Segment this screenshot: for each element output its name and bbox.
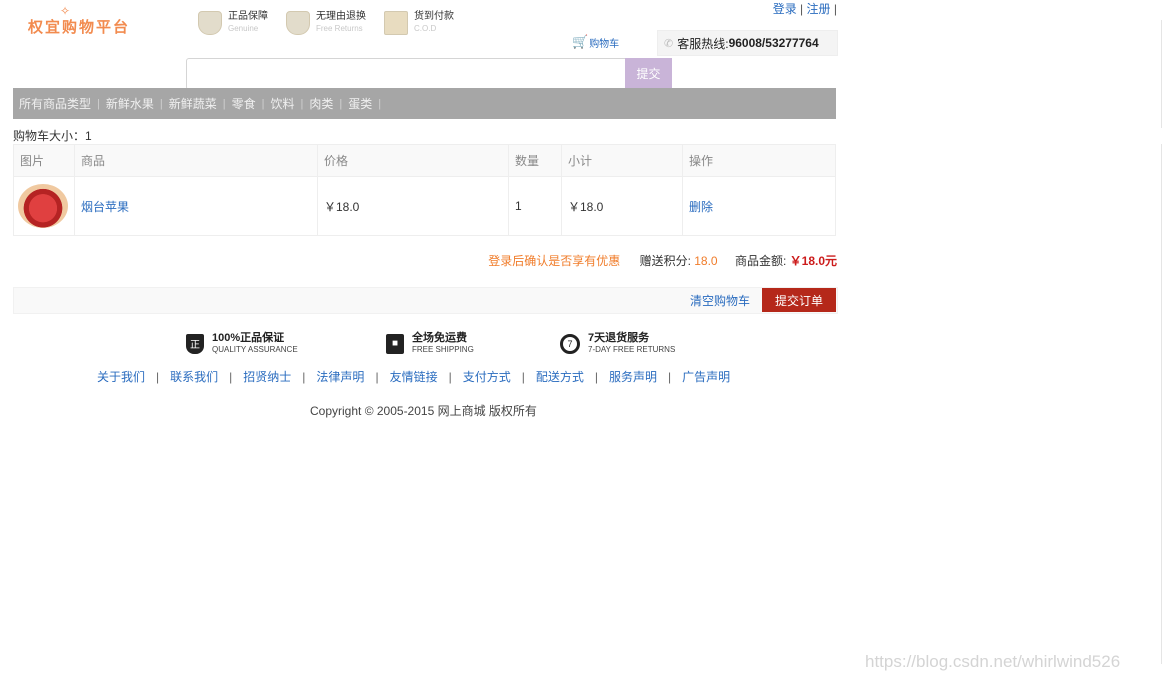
column-header-product: 商品 [74, 144, 318, 177]
delete-link[interactable]: 删除 [689, 200, 713, 214]
product-image[interactable] [18, 184, 68, 228]
promise-genuine: 正 100%正品保证 QUALITY ASSURANCE [186, 332, 298, 355]
login-discount-note: 登录后确认是否享有优惠 [488, 254, 621, 268]
subtotal-cell: ￥18.0 [561, 176, 683, 236]
watermark: https://blog.csdn.net/whirlwind526 [865, 652, 1121, 671]
footer-separator: | [521, 369, 525, 384]
window-edge-divider [1161, 144, 1162, 664]
product-image-cell [13, 176, 75, 236]
footer-separator: | [302, 369, 306, 384]
logo-text: 权宜购物平台 [28, 19, 131, 36]
footer-separator: | [156, 369, 160, 384]
footer-link-contact[interactable]: 联系我们 [170, 368, 218, 385]
cart-link[interactable]: 🛒 购物车 [572, 34, 619, 50]
promise-subtitle: QUALITY ASSURANCE [212, 345, 298, 354]
promise-title: 全场免运费 [412, 332, 467, 344]
search-input[interactable] [186, 58, 630, 90]
badge-subtitle: C.O.D [414, 24, 437, 33]
promise-returns: 7 7天退货服务 7-DAY FREE RETURNS [560, 332, 675, 355]
badge-title: 货到付款 [414, 11, 454, 22]
promise-subtitle: 7-DAY FREE RETURNS [588, 345, 676, 354]
nav-item-drinks[interactable]: 饮料 [265, 95, 301, 112]
returns-shield-icon [286, 11, 310, 35]
points-label: 赠送积分: [639, 254, 691, 268]
badge-title: 正品保障 [228, 11, 268, 22]
category-nav: 所有商品类型 | 新鲜水果 | 新鲜蔬菜 | 零食 | 饮料 | 肉类 | 蛋类… [13, 88, 836, 119]
account-links: 登录 | 注册 | [773, 0, 837, 17]
footer-link-payment[interactable]: 支付方式 [463, 368, 511, 385]
column-header-quantity: 数量 [508, 144, 562, 177]
badge-free-returns: 无理由退换 Free Returns [286, 10, 366, 38]
genuine-shield-icon [198, 11, 222, 35]
points-value: 18.0 [694, 254, 718, 268]
hotline-number: 96008/53277764 [728, 36, 819, 50]
clock-icon: 7 [560, 333, 580, 354]
footer-link-delivery[interactable]: 配送方式 [536, 368, 584, 385]
badge-cod: 货到付款 C.O.D [384, 10, 454, 38]
column-header-subtotal: 小计 [561, 144, 683, 177]
search-submit-button[interactable]: 提交 [625, 58, 672, 88]
footer-separator: | [229, 369, 233, 384]
cod-icon [384, 11, 408, 35]
promise-subtitle: FREE SHIPPING [412, 345, 474, 354]
footer-links: 关于我们 | 联系我们 | 招贤纳士 | 法律声明 | 友情链接 | 支付方式 … [97, 368, 757, 385]
promise-free-shipping: ■ 全场免运费 FREE SHIPPING [386, 332, 474, 355]
price-cell: ￥18.0 [317, 176, 509, 236]
cart-table: 图片 商品 价格 数量 小计 操作 烟台苹果 ￥18.0 1 ￥18.0 删除 [13, 144, 836, 236]
nav-item-snacks[interactable]: 零食 [226, 95, 262, 112]
badge-subtitle: Genuine [228, 24, 259, 33]
hotline-label: 客服热线: [677, 36, 729, 51]
cart-link-label: 购物车 [589, 38, 620, 50]
footer-separator: | [375, 369, 379, 384]
link-separator: | [833, 2, 837, 16]
column-header-price: 价格 [317, 144, 509, 177]
footer-link-friends[interactable]: 友情链接 [390, 368, 438, 385]
footer-link-ads[interactable]: 广告声明 [682, 368, 730, 385]
footer-separator: | [594, 369, 598, 384]
column-header-image: 图片 [13, 144, 75, 177]
quantity-cell: 1 [508, 176, 562, 236]
footer-link-service[interactable]: 服务声明 [609, 368, 657, 385]
login-link[interactable]: 登录 [773, 2, 797, 16]
cart-size: 购物车大小：1 [13, 129, 92, 143]
product-cell: 烟台苹果 [74, 176, 318, 236]
badge-title: 无理由退换 [316, 11, 366, 22]
promise-title: 100%正品保证 [212, 332, 285, 344]
action-cell: 删除 [682, 176, 836, 236]
nav-item-all-categories[interactable]: 所有商品类型 [13, 95, 97, 112]
table-header-row: 图片 商品 价格 数量 小计 操作 [13, 144, 836, 177]
column-header-action: 操作 [682, 144, 836, 177]
nav-separator: | [378, 97, 382, 110]
nav-item-eggs[interactable]: 蛋类 [342, 95, 378, 112]
footer-separator: | [448, 369, 452, 384]
nav-item-fruit[interactable]: 新鲜水果 [100, 95, 160, 112]
copyright: Copyright © 2005-2015 网上商城 版权所有 [310, 404, 537, 418]
nav-item-vegetables[interactable]: 新鲜蔬菜 [163, 95, 223, 112]
shopping-cart-icon: 🛒 [572, 34, 589, 49]
badge-genuine: 正品保障 Genuine [198, 10, 268, 38]
submit-order-button[interactable]: 提交订单 [762, 288, 836, 312]
order-summary: 登录后确认是否享有优惠 赠送积分: 18.0 商品金额: ￥18.0元 [488, 252, 837, 269]
hotline: ✆ 客服热线: 96008/53277764 [657, 30, 838, 56]
genuine-icon: 正 [186, 333, 204, 354]
footer-link-about[interactable]: 关于我们 [97, 368, 145, 385]
clear-cart-link[interactable]: 清空购物车 [690, 292, 750, 309]
link-separator: | [800, 2, 804, 16]
product-link[interactable]: 烟台苹果 [81, 200, 129, 214]
site-logo[interactable]: ✧ 权宜购物平台 [28, 4, 178, 40]
badge-subtitle: Free Returns [316, 24, 363, 33]
footer-link-legal[interactable]: 法律声明 [316, 368, 364, 385]
register-link[interactable]: 注册 [807, 2, 831, 16]
window-edge-divider [1161, 20, 1162, 128]
promise-title: 7天退货服务 [588, 332, 650, 344]
phone-icon: ✆ [664, 37, 674, 50]
nav-item-meat[interactable]: 肉类 [303, 95, 339, 112]
footer-separator: | [668, 369, 672, 384]
amount-label: 商品金额: [734, 254, 787, 268]
table-row: 烟台苹果 ￥18.0 1 ￥18.0 删除 [13, 176, 836, 236]
footer-link-careers[interactable]: 招贤纳士 [243, 368, 291, 385]
amount-value: ￥18.0元 [789, 254, 837, 268]
box-icon: ■ [386, 333, 404, 354]
